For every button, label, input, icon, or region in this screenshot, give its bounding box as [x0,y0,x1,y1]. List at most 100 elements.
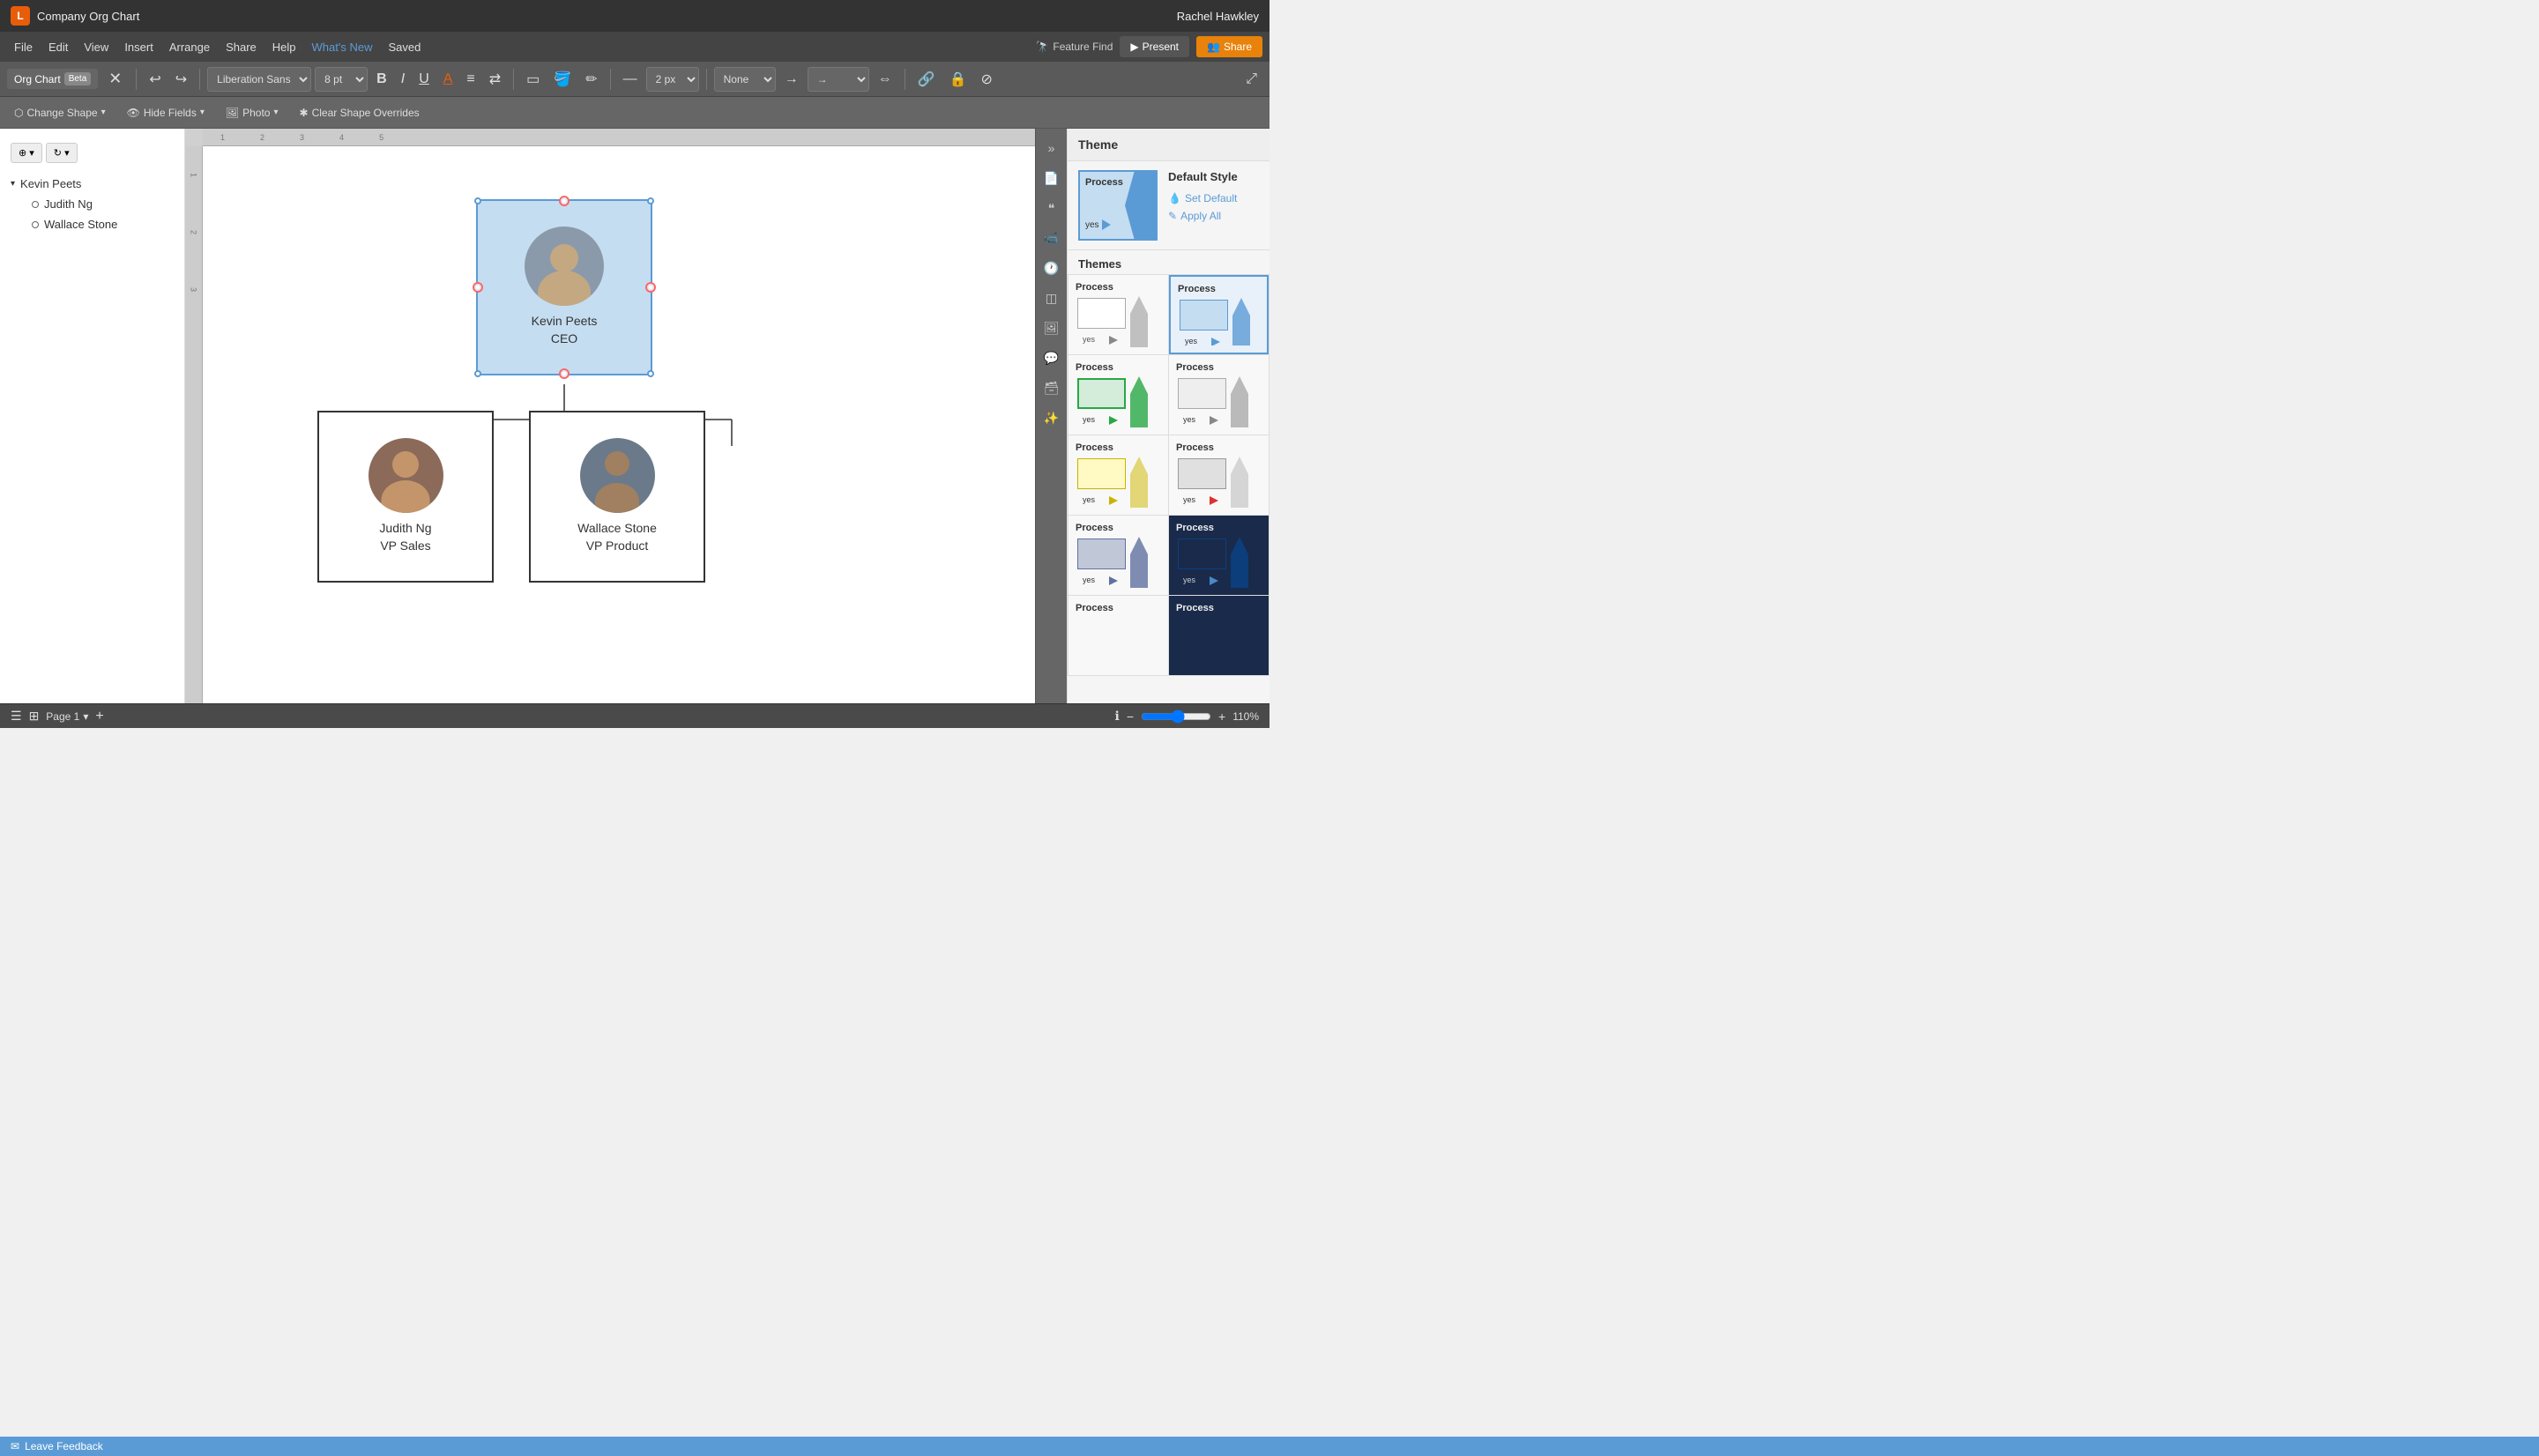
shape-outline-button[interactable]: ▭ [521,67,545,92]
theme-item-process10[interactable]: Process [1169,596,1269,675]
connection-handle-bottom[interactable] [559,368,570,379]
ceo-node[interactable]: Kevin Peets CEO [476,199,652,375]
list-view-button[interactable]: ☰ [11,709,22,724]
toolbar-separator-5 [706,69,707,90]
feature-find[interactable]: 🔭 Feature Find [1036,41,1113,53]
wallace-node[interactable]: Wallace Stone VP Product [529,411,705,583]
canvas-area[interactable]: Kevin Peets CEO Judith Ng VP Sales Walla… [203,146,1035,703]
expand-icon: ▾ [11,179,15,189]
link-button[interactable]: 🔗 [912,67,941,92]
present-button[interactable]: ▶ Present [1120,36,1189,57]
expand-panel-icon[interactable]: » [1039,136,1064,160]
menu-file[interactable]: File [7,37,40,57]
clear-overrides-button[interactable]: ✱ Clear Shape Overrides [293,103,427,123]
fill-color-button[interactable]: 🪣 [548,67,577,92]
theme-item-navy[interactable]: Process yes [1169,516,1269,595]
theme-item-darkblue[interactable]: Process yes [1068,516,1168,595]
fullscreen-button[interactable]: ⤢ [1240,68,1262,91]
hide-fields-button[interactable]: 👁 Hide Fields ▾ [120,103,212,123]
theme-lightgray-preview: yes [1176,376,1262,427]
doc-icon[interactable]: 📄 [1039,166,1064,190]
page-dropdown-arrow[interactable]: ▾ [83,710,88,723]
clock-icon[interactable]: 🕐 [1039,256,1064,280]
theme-item-lightgray[interactable]: Process yes [1169,355,1269,435]
photo-button[interactable]: 🖼 Photo ▾ [219,103,286,123]
menu-share[interactable]: Share [219,37,264,57]
theme-green-label: Process [1076,362,1161,373]
zoom-minus-button[interactable]: − [1127,709,1134,724]
arrow-direction-button[interactable]: → [779,68,804,91]
video-icon[interactable]: 📹 [1039,226,1064,250]
connection-handle-right[interactable] [645,282,656,293]
sidebar-item-judith[interactable]: Judith Ng [21,194,184,214]
quote-icon[interactable]: ❝ [1039,196,1064,220]
line-style-button[interactable]: — [618,68,643,91]
close-orgchart-button[interactable]: ✕ [101,66,129,92]
zoom-slider[interactable] [1141,709,1211,724]
wand-icon[interactable]: ✨ [1039,405,1064,430]
sidebar-item-wallace[interactable]: Wallace Stone [21,214,184,234]
menu-arrange[interactable]: Arrange [162,37,217,57]
add-page-button[interactable]: + [95,709,103,724]
theme-item-process9[interactable]: Process [1068,596,1168,675]
underline-button[interactable]: U [413,68,435,91]
more-options-button[interactable]: ⊘ [975,67,997,92]
grid-view-button[interactable]: ⊞ [29,709,40,724]
image-icon[interactable]: 🖼 [1039,316,1064,340]
connection-handle-top[interactable] [559,196,570,206]
theme-green-preview: yes [1076,376,1161,427]
connection-options-button[interactable]: ⇔ [873,68,897,91]
judith-node[interactable]: Judith Ng VP Sales [317,411,494,583]
sidebar-item-kevin[interactable]: ▾ Kevin Peets [0,174,184,194]
menu-view[interactable]: View [77,37,115,57]
handle-top-left[interactable] [474,197,481,204]
share-button[interactable]: 👥 Share [1196,36,1262,57]
zoom-plus-button[interactable]: + [1218,709,1225,724]
font-size-select[interactable]: 8 pt [315,67,368,92]
menu-whats-new[interactable]: What's New [305,37,380,57]
redo-button[interactable]: ↪ [170,67,192,92]
italic-button[interactable]: I [396,68,410,91]
status-left: ☰ ⊞ Page 1 ▾ + [11,709,104,724]
theme-item-darkgray[interactable]: Process yes [1169,435,1269,515]
text-direction-button[interactable]: ⇄ [484,67,506,92]
theme-item-blue[interactable]: Process yes [1169,275,1269,354]
zoom-level: 110% [1232,710,1259,723]
menu-insert[interactable]: Insert [117,37,160,57]
line-color-button[interactable]: ✏ [580,67,602,92]
set-default-action[interactable]: 💧 Set Default [1168,192,1238,204]
database-icon[interactable]: 🗃 [1039,375,1064,400]
theme-item-yellow[interactable]: Process yes [1068,435,1168,515]
handle-top-right[interactable] [647,197,654,204]
menu-help[interactable]: Help [265,37,303,57]
theme-item-green[interactable]: Process yes [1068,355,1168,435]
menu-saved[interactable]: Saved [381,37,428,57]
comment-icon[interactable]: 💬 [1039,345,1064,370]
sidebar-tool-2[interactable]: ↻ ▾ [46,143,78,163]
photo-arrow: ▾ [273,108,278,117]
clear-icon: ✱ [300,107,309,119]
font-family-select[interactable]: Liberation Sans [207,67,311,92]
align-button[interactable]: ≡ [461,68,480,91]
canvas-wrapper[interactable]: 1 2 3 4 5 1 2 3 [185,129,1035,703]
handle-bottom-left[interactable] [474,370,481,377]
menu-edit[interactable]: Edit [41,37,75,57]
sidebar-tool-1[interactable]: ⊕ ▾ [11,143,42,163]
connection-handle-left[interactable] [473,282,483,293]
apply-all-action[interactable]: ✎ Apply All [1168,210,1238,222]
change-shape-button[interactable]: ⬡ Change Shape ▾ [7,103,113,123]
bold-button[interactable]: B [371,68,392,91]
undo-button[interactable]: ↩ [144,67,166,92]
line-width-select[interactable]: 2 px [646,67,699,92]
theme-item-white[interactable]: Process yes [1068,275,1168,354]
lock-button[interactable]: 🔒 [944,67,972,92]
arrow-start-select[interactable]: None [714,67,776,92]
help-icon-button[interactable]: ℹ [1114,709,1119,724]
handle-bottom-right[interactable] [647,370,654,377]
layers-icon[interactable]: ◫ [1039,286,1064,310]
droplet-icon: 💧 [1168,192,1181,204]
sidebar: ⊕ ▾ ↻ ▾ ▾ Kevin Peets Judith Ng Wallace … [0,129,185,703]
arrow-end-select[interactable]: → [808,67,869,92]
wallace-photo [580,438,655,513]
font-color-button[interactable]: A [438,68,458,91]
